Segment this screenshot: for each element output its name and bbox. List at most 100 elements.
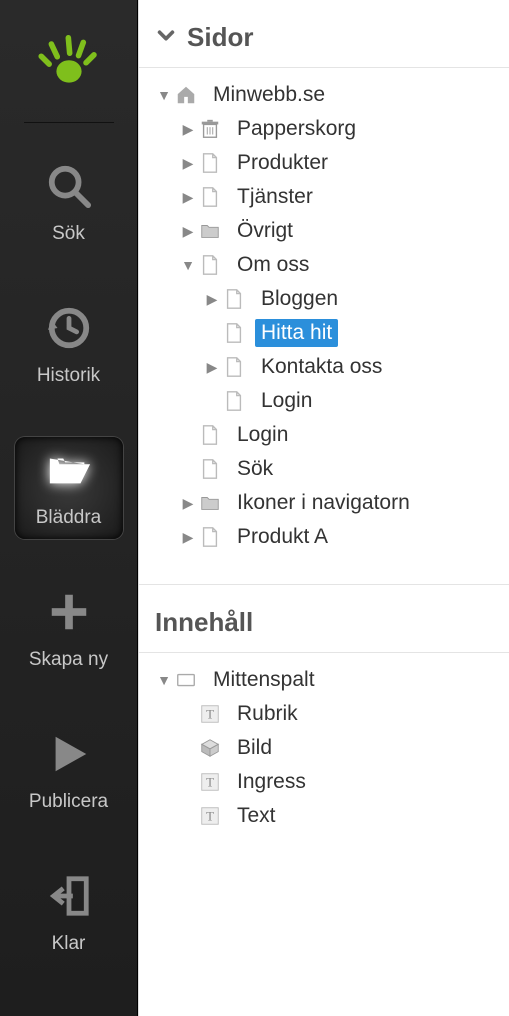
content-root[interactable]: ▼ Mittenspalt (149, 663, 505, 697)
arrow-collapsed-icon[interactable]: ▶ (179, 529, 197, 546)
page-icon (197, 150, 223, 176)
folder-icon (197, 490, 223, 516)
tree-item-selected[interactable]: Hitta hit (149, 316, 505, 350)
page-icon (197, 456, 223, 482)
sidebar-item-publish[interactable]: Publicera (15, 721, 123, 823)
svg-text:T: T (206, 708, 214, 722)
tree-label: Tjänster (231, 183, 319, 211)
text-block-icon: T (197, 803, 223, 829)
tree-item[interactable]: ▶ Övrigt (149, 214, 505, 248)
tree-label: Ingress (231, 768, 312, 796)
content-section: Innehåll ▼ Mittenspalt T Rubrik Bild T (139, 584, 509, 849)
tree-item[interactable]: ▶ Produkter (149, 146, 505, 180)
content-section-header[interactable]: Innehåll (139, 584, 509, 653)
tree-item-expanded[interactable]: ▼ Om oss (149, 248, 505, 282)
content-item[interactable]: T Ingress (149, 765, 505, 799)
layout-icon (173, 667, 199, 693)
tree-label: Kontakta oss (255, 353, 388, 381)
content-item[interactable]: T Text (149, 799, 505, 833)
page-icon (221, 320, 247, 346)
tree-item[interactable]: ▶ Ikoner i navigatorn (149, 486, 505, 520)
sidebar-divider (24, 122, 114, 123)
sidebar-item-create[interactable]: Skapa ny (15, 579, 123, 681)
content-item[interactable]: Bild (149, 731, 505, 765)
arrow-collapsed-icon[interactable]: ▶ (203, 359, 221, 376)
tree-label: Login (231, 421, 294, 449)
page-icon (221, 354, 247, 380)
app-logo (34, 28, 104, 104)
search-icon (46, 163, 92, 215)
tree-label: Hitta hit (255, 319, 338, 347)
tree-label: Bild (231, 734, 278, 762)
tree-label: Papperskorg (231, 115, 362, 143)
sidebar-item-label: Klar (52, 933, 86, 955)
svg-text:T: T (206, 810, 214, 824)
arrow-collapsed-icon[interactable]: ▶ (179, 223, 197, 240)
tree-label: Bloggen (255, 285, 344, 313)
left-sidebar: Sök Historik Bläddra Skapa ny Publicera … (0, 0, 138, 1016)
main-panel: Sidor ▼ Minwebb.se ▶ Papperskorg ▶ Produ… (138, 0, 509, 1016)
arrow-expanded-icon[interactable]: ▼ (155, 672, 173, 688)
arrow-collapsed-icon[interactable]: ▶ (179, 121, 197, 138)
arrow-expanded-icon[interactable]: ▼ (179, 257, 197, 273)
pages-header-label: Sidor (187, 22, 253, 53)
arrow-collapsed-icon[interactable]: ▶ (179, 495, 197, 512)
tree-label: Minwebb.se (207, 81, 331, 109)
page-icon (221, 388, 247, 414)
home-icon (173, 82, 199, 108)
content-item[interactable]: T Rubrik (149, 697, 505, 731)
content-tree: ▼ Mittenspalt T Rubrik Bild T Ingress (139, 653, 509, 849)
tree-label: Produkt A (231, 523, 334, 551)
sidebar-item-label: Historik (37, 365, 100, 387)
tree-label: Text (231, 802, 282, 830)
arrow-expanded-icon[interactable]: ▼ (155, 87, 173, 103)
sidebar-item-label: Skapa ny (29, 649, 108, 671)
svg-text:T: T (206, 776, 214, 790)
text-block-icon: T (197, 701, 223, 727)
tree-item[interactable]: Login (149, 384, 505, 418)
pages-tree: ▼ Minwebb.se ▶ Papperskorg ▶ Produkter ▶… (139, 68, 509, 570)
tree-label: Produkter (231, 149, 334, 177)
tree-item[interactable]: ▶ Produkt A (149, 520, 505, 554)
trash-icon (197, 116, 223, 142)
sidebar-item-browse[interactable]: Bläddra (15, 437, 123, 539)
pages-section-header[interactable]: Sidor (139, 0, 509, 68)
play-icon (46, 731, 92, 783)
tree-root[interactable]: ▼ Minwebb.se (149, 78, 505, 112)
tree-label: Ikoner i navigatorn (231, 489, 416, 517)
tree-item[interactable]: Login (149, 418, 505, 452)
tree-item[interactable]: Sök (149, 452, 505, 486)
exit-icon (46, 873, 92, 925)
tree-label: Mittenspalt (207, 666, 321, 694)
tree-label: Rubrik (231, 700, 304, 728)
page-icon (197, 422, 223, 448)
tree-label: Login (255, 387, 318, 415)
arrow-collapsed-icon[interactable]: ▶ (179, 189, 197, 206)
sidebar-item-label: Bläddra (36, 507, 102, 529)
tree-item[interactable]: ▶ Bloggen (149, 282, 505, 316)
tree-label: Om oss (231, 251, 315, 279)
cube-icon (197, 735, 223, 761)
page-icon (221, 286, 247, 312)
plus-icon (46, 589, 92, 641)
content-header-label: Innehåll (155, 607, 253, 638)
tree-item[interactable]: ▶ Kontakta oss (149, 350, 505, 384)
page-icon (197, 184, 223, 210)
history-icon (46, 305, 92, 357)
page-icon (197, 252, 223, 278)
tree-item[interactable]: ▶ Tjänster (149, 180, 505, 214)
tree-label: Sök (231, 455, 279, 483)
text-block-icon: T (197, 769, 223, 795)
arrow-collapsed-icon[interactable]: ▶ (179, 155, 197, 172)
sidebar-item-done[interactable]: Klar (15, 863, 123, 965)
sidebar-item-label: Sök (52, 223, 85, 245)
tree-item-trash[interactable]: ▶ Papperskorg (149, 112, 505, 146)
arrow-collapsed-icon[interactable]: ▶ (203, 291, 221, 308)
chevron-down-icon (155, 22, 177, 53)
sidebar-item-history[interactable]: Historik (15, 295, 123, 397)
folder-icon (197, 218, 223, 244)
sidebar-item-search[interactable]: Sök (15, 153, 123, 255)
sidebar-item-label: Publicera (29, 791, 108, 813)
page-icon (197, 524, 223, 550)
folder-open-icon (46, 447, 92, 499)
